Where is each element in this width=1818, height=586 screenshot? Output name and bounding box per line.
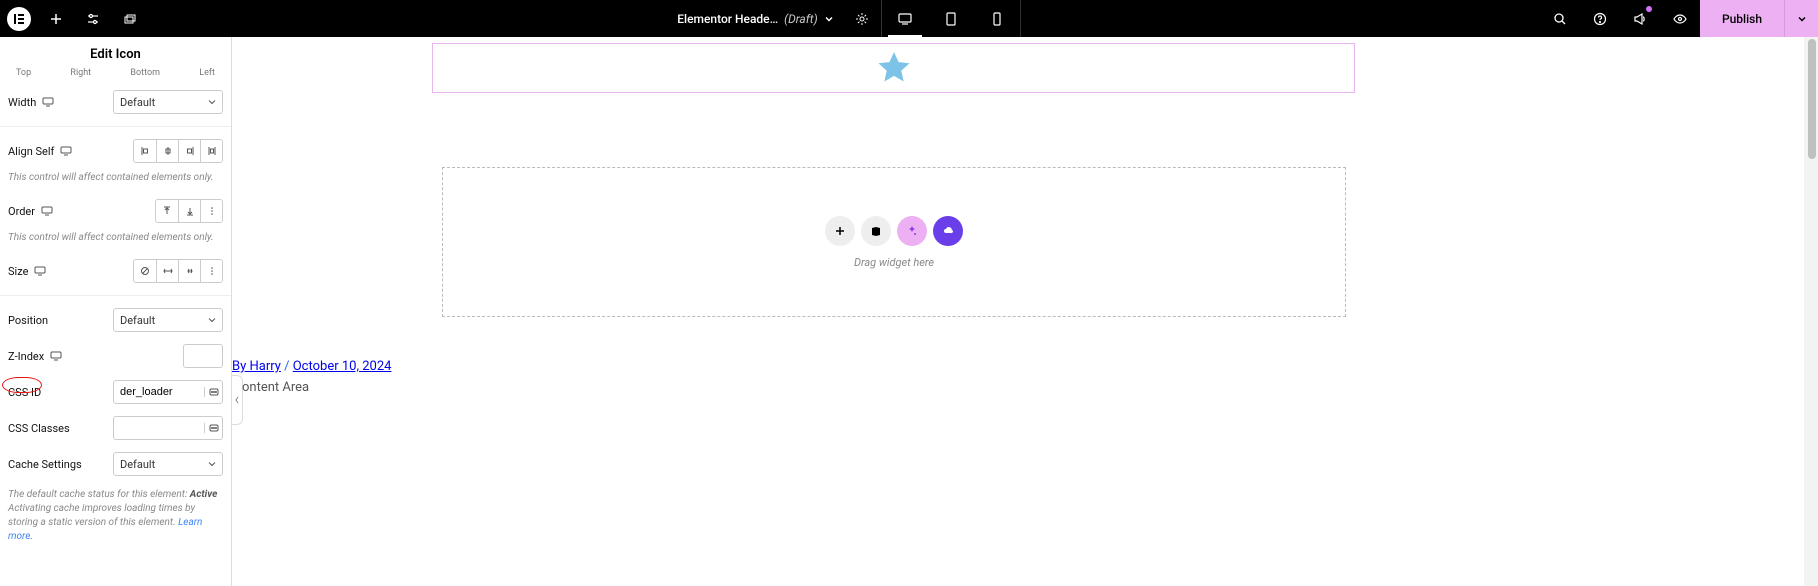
scrollbar-track[interactable] — [1804, 37, 1818, 586]
order-last-button[interactable] — [178, 200, 200, 222]
cssid-label: CSS ID — [8, 386, 41, 399]
order-more-button[interactable] — [200, 200, 222, 222]
scrollbar-thumb[interactable] — [1808, 39, 1816, 159]
dynamic-tag-button[interactable] — [204, 423, 222, 433]
cssclasses-input[interactable] — [114, 422, 204, 434]
desktop-icon — [34, 266, 46, 276]
desktop-icon — [60, 146, 72, 156]
order-segment — [155, 199, 223, 223]
desktop-icon — [41, 206, 53, 216]
settings-sliders-button[interactable] — [74, 0, 111, 37]
zindex-label: Z-Index — [8, 350, 44, 363]
tablet-device[interactable] — [928, 0, 974, 37]
responsive-devices — [881, 0, 1021, 37]
chevron-down-icon — [208, 316, 216, 324]
dropzone-text: Drag widget here — [854, 256, 934, 269]
elementor-logo[interactable] — [0, 0, 37, 37]
align-center-button[interactable] — [156, 140, 178, 162]
edit-panel: Edit Icon Top Right Bottom Left Width De… — [0, 37, 232, 586]
publish-button[interactable]: Publish — [1700, 0, 1784, 37]
author-link[interactable]: By Harry — [232, 359, 281, 374]
chevron-down-icon — [824, 14, 834, 24]
publish-options-button[interactable] — [1784, 0, 1818, 37]
align-stretch-button[interactable] — [200, 140, 222, 162]
size-segment — [133, 259, 223, 283]
size-label: Size — [8, 265, 28, 278]
cssid-input[interactable] — [114, 386, 204, 398]
editor-canvas[interactable]: Drag widget here By Harry / October 10, … — [232, 37, 1818, 586]
align-start-button[interactable] — [134, 140, 156, 162]
align-end-button[interactable] — [178, 140, 200, 162]
dropzone-container[interactable]: Drag widget here — [442, 167, 1346, 317]
align-self-segment — [133, 139, 223, 163]
page-settings-button[interactable] — [844, 0, 881, 37]
doc-name: Elementor Heade… — [677, 12, 778, 26]
date-link[interactable]: October 10, 2024 — [293, 359, 392, 374]
order-label: Order — [8, 205, 35, 218]
mobile-device[interactable] — [974, 0, 1020, 37]
desktop-device[interactable] — [882, 0, 928, 37]
spacing-labels: Top Right Bottom Left — [8, 68, 223, 84]
cloud-button[interactable] — [933, 216, 963, 246]
align-hint: This control will affect contained eleme… — [8, 169, 223, 193]
panel-title: Edit Icon — [0, 37, 231, 68]
post-meta: By Harry / October 10, 2024 — [232, 359, 391, 374]
position-select[interactable]: Default — [113, 308, 223, 332]
notification-dot-icon — [1646, 6, 1652, 12]
add-button[interactable] — [37, 0, 74, 37]
dynamic-tag-button[interactable] — [204, 387, 222, 397]
add-widget-button[interactable] — [825, 216, 855, 246]
structure-button[interactable] — [111, 0, 148, 37]
ai-button[interactable] — [897, 216, 927, 246]
zindex-input[interactable] — [183, 344, 223, 368]
desktop-icon — [50, 351, 62, 361]
cache-select[interactable]: Default — [113, 452, 223, 476]
cssclasses-label: CSS Classes — [8, 422, 70, 435]
order-first-button[interactable] — [156, 200, 178, 222]
order-hint: This control will affect contained eleme… — [8, 229, 223, 253]
position-label: Position — [8, 314, 48, 327]
content-area-label: ontent Area — [242, 380, 309, 395]
width-label: Width — [8, 96, 36, 109]
cache-note: The default cache status for this elemen… — [8, 482, 223, 544]
whats-new-button[interactable] — [1620, 0, 1660, 37]
help-button[interactable] — [1580, 0, 1620, 37]
star-icon — [875, 49, 913, 87]
preview-button[interactable] — [1660, 0, 1700, 37]
chevron-down-icon — [208, 98, 216, 106]
width-select[interactable]: Default — [113, 90, 223, 114]
align-self-label: Align Self — [8, 145, 54, 158]
doc-status: (Draft) — [784, 12, 818, 26]
header-widget-container[interactable] — [432, 43, 1355, 93]
size-more-button[interactable] — [200, 260, 222, 282]
templates-button[interactable] — [861, 216, 891, 246]
size-none-button[interactable] — [134, 260, 156, 282]
size-shrink-button[interactable] — [178, 260, 200, 282]
document-title[interactable]: Elementor Heade… (Draft) — [667, 0, 843, 37]
desktop-icon — [42, 97, 54, 107]
cache-label: Cache Settings — [8, 458, 82, 471]
size-grow-button[interactable] — [156, 260, 178, 282]
chevron-down-icon — [208, 460, 216, 468]
search-button[interactable] — [1540, 0, 1580, 37]
topbar: Elementor Heade… (Draft) Publ — [0, 0, 1818, 37]
